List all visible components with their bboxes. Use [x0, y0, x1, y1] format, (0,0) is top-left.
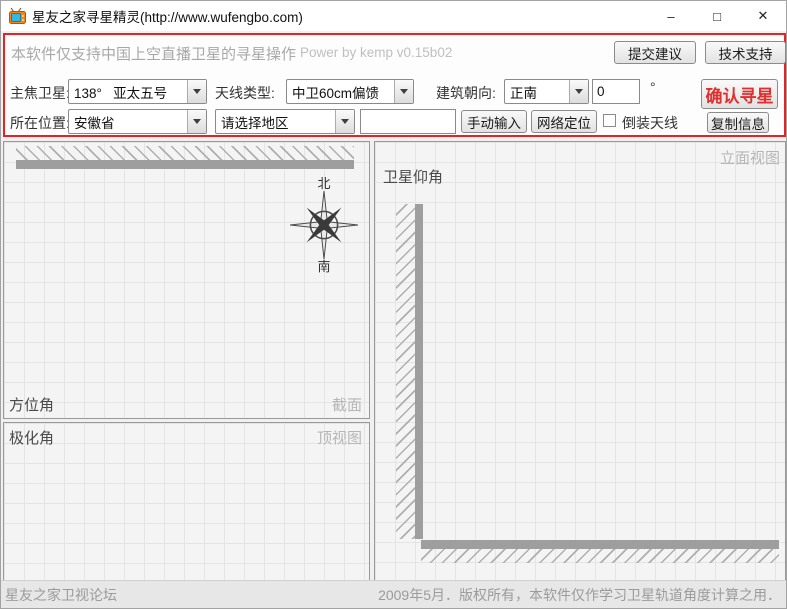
- chevron-down-icon[interactable]: [187, 110, 206, 133]
- confirm-search-button[interactable]: 确认寻星: [701, 79, 778, 109]
- compass-south-label: 南: [317, 259, 331, 274]
- elevation-view-tag: 立面视图: [719, 150, 780, 167]
- copy-info-button[interactable]: 复制信息: [707, 112, 769, 133]
- control-panel: 本软件仅支持中国上空直播卫星的寻星操作 Power by kemp v0.15b…: [3, 33, 786, 137]
- polarization-view-panel: 极化角 顶视图: [3, 422, 370, 581]
- azimuth-view-panel: 北 南 方位角 截面: [3, 141, 370, 419]
- status-bar: 星友之家卫视论坛 2009年5月．版权所有，本软件仅作学习卫星轨道角度计算之用．: [1, 580, 786, 608]
- wall-hatching: [396, 204, 415, 539]
- district-select[interactable]: 请选择地区: [215, 109, 355, 134]
- antenna-label: 天线类型:: [215, 85, 275, 101]
- satellite-label: 主焦卫星:: [10, 85, 70, 101]
- orientation-label: 建筑朝向:: [436, 85, 496, 101]
- version-text: Power by kemp v0.15b02: [300, 45, 453, 60]
- minimize-button[interactable]: –: [648, 1, 694, 31]
- floor-bar: [421, 540, 779, 549]
- compass-icon: [290, 191, 358, 259]
- wall-bar: [415, 204, 423, 539]
- support-button[interactable]: 技术支持: [705, 41, 786, 64]
- province-value: 安徽省: [74, 115, 115, 131]
- invert-antenna-label: 倒装天线: [622, 115, 678, 131]
- status-forum-text: 星友之家卫视论坛: [5, 586, 117, 603]
- azimuth-title: 方位角: [9, 397, 55, 414]
- chevron-down-icon[interactable]: [335, 110, 354, 133]
- chevron-down-icon[interactable]: [394, 80, 413, 103]
- elevation-view-panel: 立面视图 卫星仰角: [374, 141, 786, 581]
- province-select[interactable]: 安徽省: [68, 109, 207, 134]
- window-title: 星友之家寻星精灵(http://www.wufengbo.com): [32, 10, 303, 25]
- app-window: 星友之家寻星精灵(http://www.wufengbo.com) – □ ✕ …: [0, 0, 787, 609]
- invert-antenna-checkbox[interactable]: [603, 114, 616, 127]
- degree-symbol: °: [650, 79, 656, 95]
- polarization-title: 极化角: [9, 430, 55, 447]
- satellite-value: 138° 亚太五号: [74, 85, 168, 101]
- district-value: 请选择地区: [221, 115, 289, 131]
- notice-text: 本软件仅支持中国上空直播卫星的寻星操作: [11, 46, 297, 63]
- antenna-value: 中卫60cm偏馈: [292, 85, 380, 101]
- orientation-select[interactable]: 正南: [504, 79, 589, 104]
- titlebar: 星友之家寻星精灵(http://www.wufengbo.com) – □ ✕: [1, 1, 786, 31]
- chevron-down-icon[interactable]: [569, 80, 588, 103]
- chevron-down-icon[interactable]: [187, 80, 206, 103]
- close-button[interactable]: ✕: [740, 1, 786, 31]
- compass-rose: 北 南: [284, 176, 364, 274]
- app-icon: [9, 8, 26, 24]
- antenna-select[interactable]: 中卫60cm偏馈: [286, 79, 414, 104]
- orientation-value: 正南: [510, 85, 537, 101]
- suggest-button[interactable]: 提交建议: [614, 41, 696, 64]
- offset-input[interactable]: [592, 79, 640, 104]
- floor-hatching: [421, 549, 779, 563]
- wall-bar: [16, 160, 354, 169]
- city-input[interactable]: [360, 109, 456, 134]
- satellite-select[interactable]: 138° 亚太五号: [68, 79, 207, 104]
- polarization-view-tag: 顶视图: [316, 430, 362, 447]
- maximize-button[interactable]: □: [694, 1, 740, 31]
- location-label: 所在位置:: [10, 115, 70, 131]
- elevation-title: 卫星仰角: [383, 169, 444, 186]
- wall-hatching: [16, 146, 354, 160]
- manual-input-button[interactable]: 手动输入: [461, 110, 527, 133]
- status-copyright-text: 2009年5月．版权所有，本软件仅作学习卫星轨道角度计算之用．: [378, 586, 781, 603]
- compass-north-label: 北: [317, 176, 331, 191]
- azimuth-view-tag: 截面: [331, 397, 362, 414]
- network-locate-button[interactable]: 网络定位: [531, 110, 597, 133]
